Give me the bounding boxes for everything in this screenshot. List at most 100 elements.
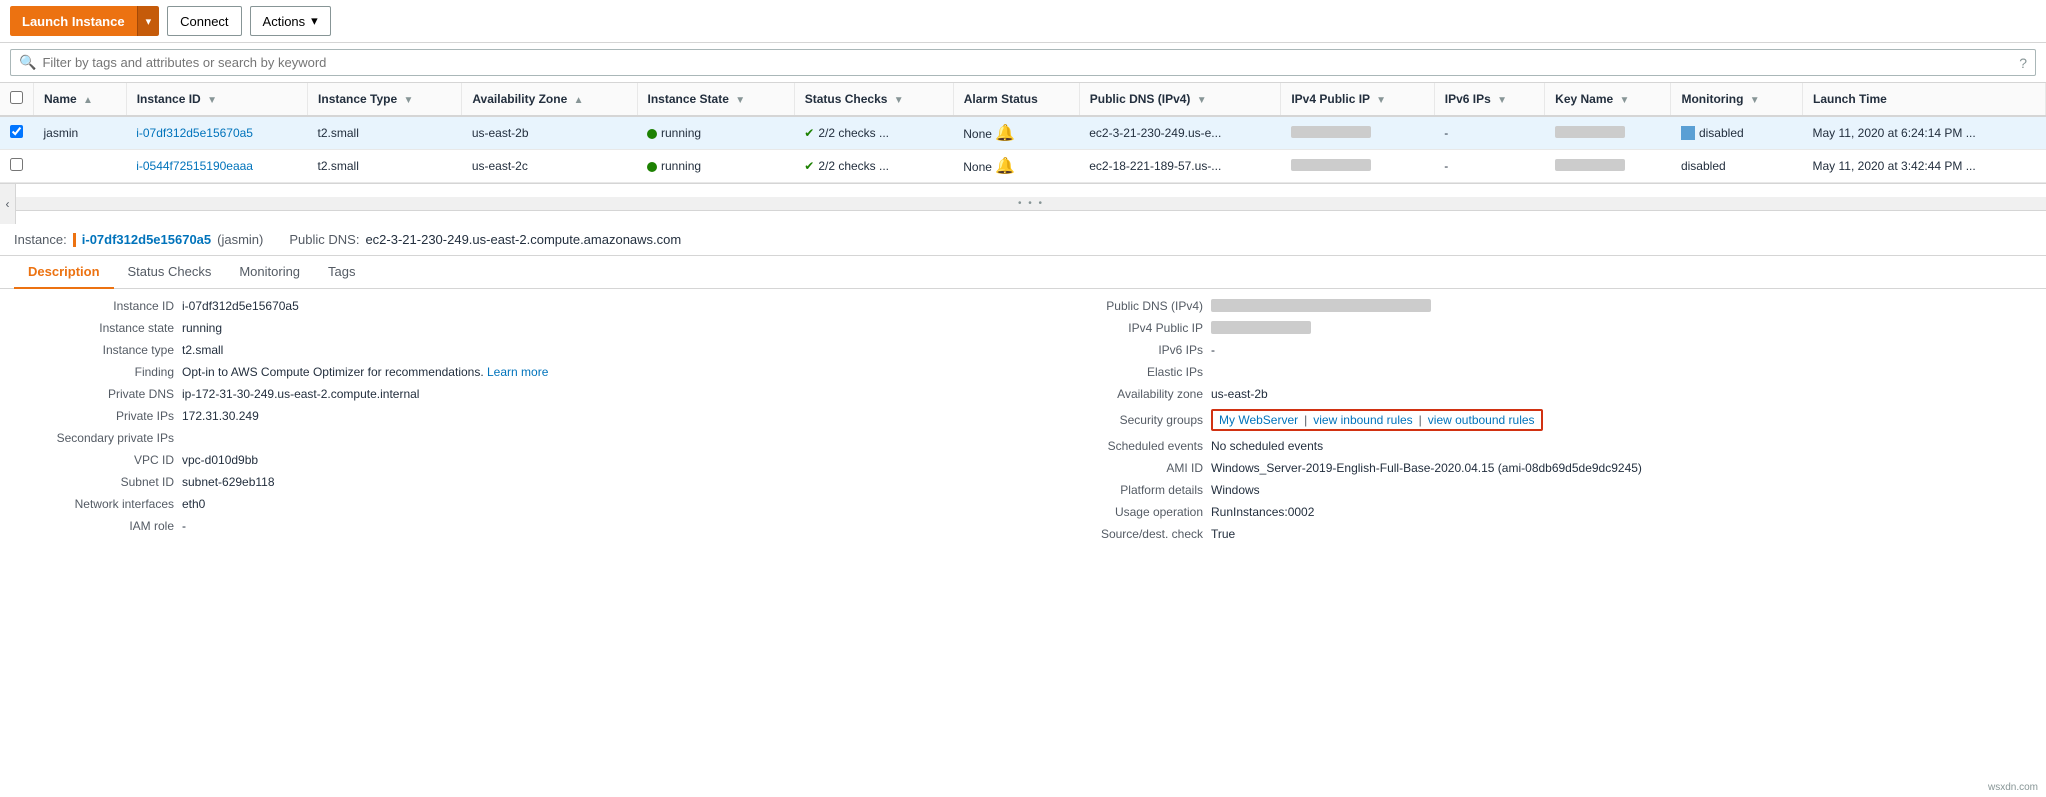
- search-icon: 🔍: [19, 54, 36, 71]
- tab-status-checks[interactable]: Status Checks: [114, 256, 226, 289]
- az-sort-arrow: ▲: [574, 95, 584, 106]
- instance-id-cell-link[interactable]: i-07df312d5e15670a5: [136, 126, 253, 140]
- detail-row-public-dns: Public DNS (IPv4): [1043, 299, 2032, 313]
- tab-tags[interactable]: Tags: [314, 256, 369, 289]
- label-instance-type: Instance type: [14, 343, 174, 357]
- col-status-checks[interactable]: Status Checks ▼: [794, 83, 953, 116]
- header-checkbox-cell[interactable]: [0, 83, 34, 116]
- detail-row-az: Availability zone us-east-2b: [1043, 387, 2032, 401]
- value-usage-op: RunInstances:0002: [1211, 505, 1314, 519]
- table-row[interactable]: jasmini-07df312d5e15670a5t2.smallus-east…: [0, 116, 2046, 150]
- scroll-left-arrow[interactable]: ‹: [0, 184, 16, 224]
- checks-icon: ✔: [804, 126, 814, 140]
- detail-row-private-ips: Private IPs 172.31.30.249: [14, 409, 1003, 423]
- select-all-checkbox[interactable]: [10, 91, 23, 104]
- col-monitoring[interactable]: Monitoring ▼: [1671, 83, 1803, 116]
- actions-button[interactable]: Actions ▾: [250, 6, 331, 36]
- value-scheduled-events[interactable]: No scheduled events: [1211, 439, 1323, 453]
- detail-row-elastic-ips: Elastic IPs: [1043, 365, 2032, 379]
- col-instance-type[interactable]: Instance Type ▼: [308, 83, 462, 116]
- horizontal-scrollbar[interactable]: • • •: [16, 197, 2046, 211]
- row-checkbox[interactable]: [10, 158, 23, 171]
- launch-instance-button[interactable]: Launch Instance: [10, 6, 137, 36]
- value-vpc-id[interactable]: vpc-d010d9bb: [182, 453, 258, 467]
- detail-row-scheduled-events: Scheduled events No scheduled events: [1043, 439, 2032, 453]
- connect-button[interactable]: Connect: [167, 6, 241, 36]
- checks-text: 2/2 checks ...: [818, 159, 889, 173]
- search-input[interactable]: [42, 55, 2019, 70]
- scroll-row: ‹ • • •: [0, 184, 2046, 224]
- value-ipv6: -: [1211, 343, 1215, 357]
- launch-instance-dropdown[interactable]: ▾: [137, 6, 160, 36]
- security-group-link[interactable]: My WebServer: [1219, 413, 1298, 427]
- kn-sort-arrow: ▼: [1620, 95, 1630, 106]
- state-dot: [647, 129, 657, 139]
- monitoring-text: disabled: [1699, 126, 1744, 140]
- public-dns-label: Public DNS:: [289, 232, 359, 247]
- learn-more-link[interactable]: Learn more: [487, 365, 548, 379]
- detail-row-instance-type: Instance type t2.small: [14, 343, 1003, 357]
- value-ami-id[interactable]: Windows_Server-2019-English-Full-Base-20…: [1211, 461, 1642, 475]
- cell-public-dns: ec2-3-21-230-249.us-e...: [1079, 116, 1281, 150]
- tab-description[interactable]: Description: [14, 256, 114, 289]
- sg-separator: |: [1304, 413, 1307, 427]
- alarm-icon[interactable]: 🔔: [995, 158, 1015, 175]
- search-bar: 🔍 ?: [0, 43, 2046, 83]
- value-network-interfaces[interactable]: eth0: [182, 497, 205, 511]
- value-private-ips: 172.31.30.249: [182, 409, 259, 423]
- detail-row-instance-state: Instance state running: [14, 321, 1003, 335]
- instance-id-indicator: [73, 233, 76, 247]
- detail-row-private-dns: Private DNS ip-172-31-30-249.us-east-2.c…: [14, 387, 1003, 401]
- actions-dropdown-arrow: ▾: [311, 13, 318, 29]
- col-ipv6[interactable]: IPv6 IPs ▼: [1434, 83, 1544, 116]
- label-finding: Finding: [14, 365, 174, 379]
- view-inbound-rules-link[interactable]: view inbound rules: [1313, 413, 1412, 427]
- row-checkbox-cell[interactable]: [0, 116, 34, 150]
- col-ipv4[interactable]: IPv4 Public IP ▼: [1281, 83, 1434, 116]
- search-help-icon[interactable]: ?: [2019, 55, 2027, 71]
- cell-az: us-east-2c: [462, 150, 637, 183]
- detail-row-ami-id: AMI ID Windows_Server-2019-English-Full-…: [1043, 461, 2032, 475]
- detail-row-finding: Finding Opt-in to AWS Compute Optimizer …: [14, 365, 1003, 379]
- ipv4-blurred: [1211, 321, 1311, 334]
- monitoring-badge: [1681, 126, 1695, 140]
- row-checkbox-cell[interactable]: [0, 150, 34, 183]
- cell-instance-id: i-0544f72515190eaaa: [126, 150, 307, 183]
- row-checkbox[interactable]: [10, 125, 23, 138]
- col-key-name[interactable]: Key Name ▼: [1545, 83, 1671, 116]
- instance-id-link[interactable]: i-07df312d5e15670a5: [82, 232, 211, 247]
- table-row[interactable]: i-0544f72515190eaaat2.smallus-east-2crun…: [0, 150, 2046, 183]
- col-instance-id[interactable]: Instance ID ▼: [126, 83, 307, 116]
- alarm-icon[interactable]: 🔔: [995, 125, 1015, 142]
- label-private-dns: Private DNS: [14, 387, 174, 401]
- search-input-wrap: 🔍 ?: [10, 49, 2036, 76]
- tab-monitoring[interactable]: Monitoring: [225, 256, 314, 289]
- cell-status-checks: ✔2/2 checks ...: [794, 116, 953, 150]
- id-sort-arrow: ▼: [207, 95, 217, 106]
- detail-row-network-interfaces: Network interfaces eth0: [14, 497, 1003, 511]
- label-secondary-ips: Secondary private IPs: [14, 431, 174, 445]
- col-instance-state[interactable]: Instance State ▼: [637, 83, 794, 116]
- col-public-dns[interactable]: Public DNS (IPv4) ▼: [1079, 83, 1281, 116]
- col-availability-zone[interactable]: Availability Zone ▲: [462, 83, 637, 116]
- value-subnet-id[interactable]: subnet-629eb118: [182, 475, 275, 489]
- monitoring-text: disabled: [1681, 159, 1726, 173]
- col-name[interactable]: Name ▲: [34, 83, 127, 116]
- detail-tabs: Description Status Checks Monitoring Tag…: [0, 256, 2046, 289]
- instances-table: Name ▲ Instance ID ▼ Instance Type ▼ Ava…: [0, 83, 2046, 183]
- label-ipv6: IPv6 IPs: [1043, 343, 1203, 357]
- detail-row-security-groups: Security groups My WebServer | view inbo…: [1043, 409, 2032, 431]
- instance-id-cell-link[interactable]: i-0544f72515190eaaa: [136, 159, 253, 173]
- detail-row-ipv6: IPv6 IPs -: [1043, 343, 2032, 357]
- cell-monitoring: disabled: [1671, 150, 1803, 183]
- cell-name: jasmin: [34, 116, 127, 150]
- scroll-indicator: • • •: [1018, 198, 1044, 209]
- instance-name: (jasmin): [217, 232, 263, 247]
- value-finding: Opt-in to AWS Compute Optimizer for reco…: [182, 365, 548, 379]
- type-sort-arrow: ▼: [404, 95, 414, 106]
- value-instance-type: t2.small: [182, 343, 223, 357]
- cell-state: running: [637, 150, 794, 183]
- view-outbound-rules-link[interactable]: view outbound rules: [1428, 413, 1535, 427]
- cell-key-name: [1545, 116, 1671, 150]
- blurred-value: [1555, 126, 1625, 138]
